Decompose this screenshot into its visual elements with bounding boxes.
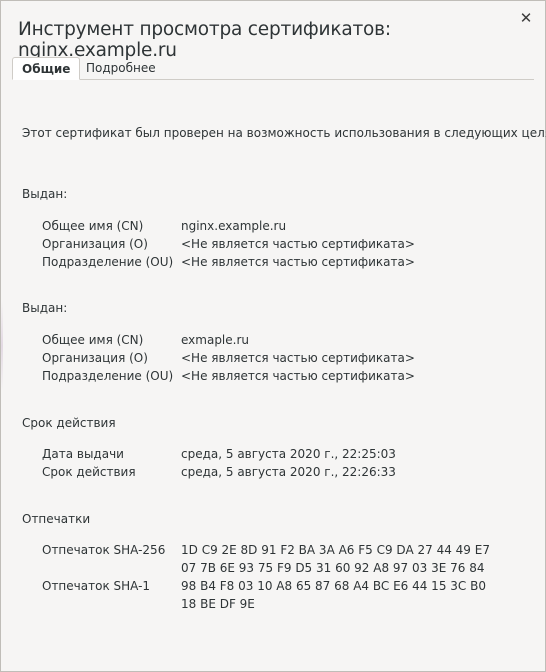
general-tab-content: Этот сертификат был проверен на возможно… <box>1 80 546 671</box>
tab-bar: Общие Подробнее <box>12 57 534 80</box>
sha1-value-line1: 98 B4 F8 03 10 A8 65 87 68 A4 BC E6 44 1… <box>181 579 486 593</box>
issued-by-ou-value: <Не является частью сертификата> <box>181 369 415 383</box>
issue-date-value: среда, 5 августа 2020 г., 22:25:03 <box>181 447 396 461</box>
issued-by-o-label: Организация (O) <box>42 351 148 365</box>
tab-details[interactable]: Подробнее <box>77 57 165 79</box>
issued-to-cn-label: Общее имя (CN) <box>42 219 144 233</box>
validity-heading: Срок действия <box>22 416 116 430</box>
expiry-date-label: Срок действия <box>42 465 136 479</box>
expiry-date-value: среда, 5 августа 2020 г., 22:26:33 <box>181 465 396 479</box>
sha256-value-line1: 1D C9 2E 8D 91 F2 BA 3A A6 F5 C9 DA 27 4… <box>181 543 490 557</box>
issued-to-ou-value: <Не является частью сертификата> <box>181 255 415 269</box>
sha256-label: Отпечаток SHA-256 <box>42 543 166 557</box>
issued-by-cn-value: exmaple.ru <box>181 333 250 347</box>
sha1-value-line2: 18 BE DF 9E <box>181 597 255 611</box>
sha256-value-line2: 07 7B 6E 93 75 F9 D5 31 60 92 A8 97 03 3… <box>181 561 485 575</box>
certificate-viewer-window: Инструмент просмотра сертификатов: nginx… <box>0 0 546 672</box>
issued-to-o-label: Организация (O) <box>42 237 148 251</box>
intro-text: Этот сертификат был проверен на возможно… <box>22 126 546 140</box>
issued-by-heading: Выдан: <box>22 301 68 315</box>
tab-general[interactable]: Общие <box>12 57 81 80</box>
issued-to-cn-value: nginx.example.ru <box>181 219 287 233</box>
issued-to-heading: Выдан: <box>22 187 68 201</box>
issue-date-label: Дата выдачи <box>42 447 124 461</box>
issued-by-o-value: <Не является частью сертификата> <box>181 351 415 365</box>
issued-to-ou-label: Подразделение (OU) <box>42 255 174 269</box>
issued-by-ou-label: Подразделение (OU) <box>42 369 174 383</box>
fingerprints-heading: Отпечатки <box>22 512 91 526</box>
titlebar: Инструмент просмотра сертификатов: nginx… <box>1 1 545 61</box>
issued-to-o-value: <Не является частью сертификата> <box>181 237 415 251</box>
window-title: Инструмент просмотра сертификатов: nginx… <box>18 19 391 61</box>
close-icon[interactable]: ✕ <box>516 8 536 28</box>
issued-by-cn-label: Общее имя (CN) <box>42 333 144 347</box>
sha1-label: Отпечаток SHA-1 <box>42 579 151 593</box>
